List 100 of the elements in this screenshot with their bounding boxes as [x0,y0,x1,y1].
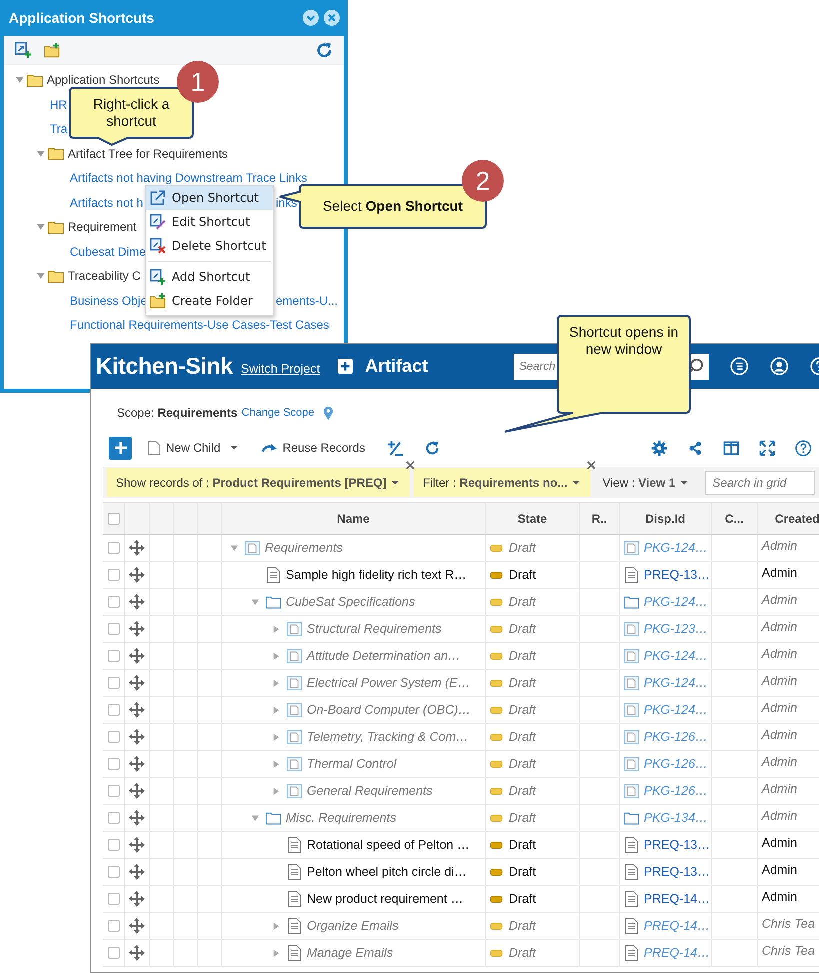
switch-project-link[interactable]: Switch Project [240,362,320,376]
id-link[interactable]: PKG-124… [644,541,708,555]
menu-item[interactable]: Add Shortcut [146,265,273,289]
collapsed-arrow-icon[interactable] [272,760,281,768]
id-link[interactable]: PKG-126… [644,730,708,744]
menu-item[interactable]: Edit Shortcut [146,210,273,234]
expanded-arrow-icon[interactable] [36,222,46,232]
shortcut-link[interactable]: Functional Requirements-Use Cases-Test Cases [70,318,330,332]
help-icon[interactable] [795,440,812,456]
share-icon[interactable] [687,440,704,456]
column-header[interactable]: Created [775,512,819,526]
row-checkbox[interactable] [108,839,120,851]
row-checkbox[interactable] [108,650,120,662]
row-checkbox[interactable] [108,704,120,716]
row-checkbox[interactable] [108,947,120,959]
move-handle-icon[interactable] [129,729,145,745]
collapsed-arrow-icon[interactable] [272,706,281,714]
row-checkbox[interactable] [108,731,120,743]
shortcut-link[interactable]: Cubesat Dime [70,244,146,259]
refresh-icon[interactable] [424,440,442,456]
collapsed-arrow-icon[interactable] [272,732,281,742]
id-link[interactable]: PREQ-13… [644,838,710,852]
id-link[interactable]: PKG-124… [644,676,708,690]
id-link[interactable]: PKG-123… [644,622,708,636]
folder-label[interactable]: Artifact Tree for Requirements [68,146,228,161]
row-checkbox[interactable] [108,596,120,608]
id-link[interactable]: PKG-124… [644,649,708,663]
add-shortcut-icon[interactable] [15,42,32,58]
row-checkbox[interactable] [108,623,120,635]
shortcut-link[interactable]: HR [50,98,68,112]
row-checkbox[interactable] [108,569,120,581]
new-child-button[interactable]: New Child [148,440,239,456]
move-handle-icon[interactable] [129,945,145,961]
row-checkbox[interactable] [108,677,120,689]
id-link[interactable]: PREQ-14… [644,919,710,933]
collapsed-arrow-icon[interactable] [272,786,281,796]
id-link[interactable]: PKG-134… [644,811,708,825]
list-icon[interactable] [730,357,750,376]
column-header[interactable]: C... [725,512,744,526]
filter-chip[interactable]: Show records of : Product Requirements [PREQ] [107,468,410,497]
move-handle-icon[interactable] [129,837,145,853]
select-all-checkbox[interactable] [108,512,120,524]
move-handle-icon[interactable] [129,918,145,934]
collapsed-arrow-icon[interactable] [272,624,281,634]
id-link[interactable]: PREQ-13… [644,865,710,879]
collapsed-arrow-icon[interactable] [272,922,281,930]
shortcut-link[interactable]: Artifacts not having Downstream Trace Links [70,171,308,186]
plus-minus-icon[interactable] [387,440,404,456]
fullscreen-icon[interactable] [759,440,776,456]
move-handle-icon[interactable] [129,891,145,907]
move-handle-icon[interactable] [129,702,145,718]
expanded-arrow-icon[interactable] [251,598,260,606]
row-checkbox[interactable] [108,812,120,824]
move-handle-icon[interactable] [129,756,145,772]
row-checkbox[interactable] [108,758,120,770]
column-header[interactable]: State [518,512,548,526]
id-link[interactable]: PREQ-14… [644,892,710,906]
collapse-icon[interactable] [303,10,319,26]
folder-label[interactable]: Requirement [68,220,137,234]
location-pin-icon[interactable] [322,406,334,420]
add-button[interactable] [109,436,132,460]
close-icon[interactable] [324,10,340,26]
refresh-icon[interactable] [315,40,334,60]
settings-icon[interactable] [651,440,668,456]
id-link[interactable]: PREQ-14… [644,946,710,960]
expanded-arrow-icon[interactable] [36,148,46,159]
new-folder-icon[interactable] [44,42,61,58]
folder-label[interactable]: Traceability C [68,269,141,284]
move-handle-icon[interactable] [129,540,145,556]
shortcut-link[interactable]: ements-U... [276,294,338,308]
move-handle-icon[interactable] [129,675,145,691]
column-header[interactable]: Name [337,512,370,526]
move-handle-icon[interactable] [129,864,145,880]
expanded-arrow-icon[interactable] [251,814,260,822]
expanded-arrow-icon[interactable] [36,271,46,282]
menu-item[interactable]: Open Shortcut [146,186,273,210]
collapsed-arrow-icon[interactable] [272,948,281,958]
view-dropdown[interactable]: View : View 1 [594,476,689,490]
row-checkbox[interactable] [108,542,120,554]
id-link[interactable]: PREQ-13… [644,568,710,582]
menu-item[interactable]: Delete Shortcut [146,234,273,258]
id-link[interactable]: PKG-124… [644,703,708,717]
move-handle-icon[interactable] [129,783,145,799]
plus-icon[interactable] [338,359,354,374]
move-handle-icon[interactable] [129,648,145,664]
id-link[interactable]: PKG-126… [644,757,708,771]
expanded-arrow-icon[interactable] [15,75,25,86]
user-icon[interactable] [770,357,790,376]
move-handle-icon[interactable] [129,567,145,583]
id-link[interactable]: PKG-126… [644,784,708,798]
shortcut-link[interactable]: Tra [50,122,68,136]
close-icon[interactable] [406,461,415,470]
row-checkbox[interactable] [108,893,120,905]
column-header[interactable]: R.. [592,512,608,526]
move-handle-icon[interactable] [129,621,145,637]
row-checkbox[interactable] [108,866,120,878]
close-icon[interactable] [586,461,596,470]
filter-chip[interactable]: Filter : Requirements no... [414,468,591,497]
expanded-arrow-icon[interactable] [230,544,239,552]
reuse-records-button[interactable]: Reuse Records [260,441,366,455]
